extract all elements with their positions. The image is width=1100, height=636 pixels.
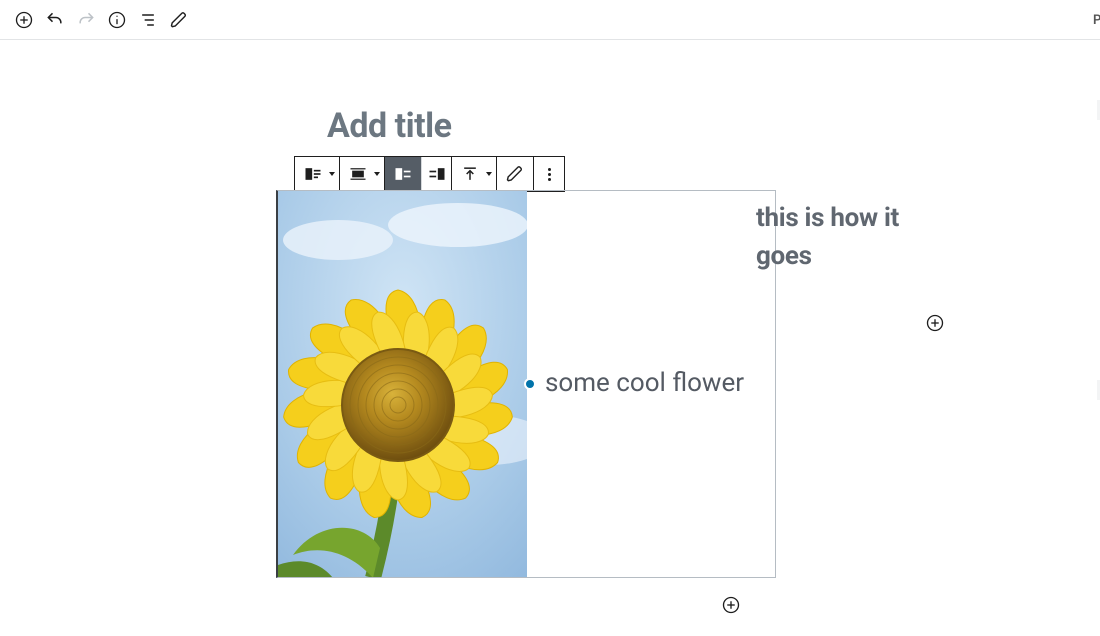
editor-canvas: Add title (0, 40, 1100, 636)
add-block-button[interactable] (10, 6, 38, 34)
caret-down-icon (329, 172, 335, 176)
change-alignment-button[interactable] (340, 157, 384, 191)
more-vertical-icon (548, 168, 551, 181)
edit-media-button[interactable] (497, 157, 533, 191)
plus-circle-icon (721, 595, 741, 615)
add-block-right-button[interactable] (924, 312, 946, 334)
plus-circle-icon (14, 10, 34, 30)
media-text-icon (303, 164, 323, 184)
valign-top-icon (460, 164, 480, 184)
media-right-icon (427, 164, 447, 184)
media-text-paragraph[interactable]: some cool flower (545, 363, 744, 405)
block-navigation-button[interactable] (134, 6, 162, 34)
undo-icon (45, 10, 65, 30)
sunflower-image-icon (278, 191, 527, 577)
settings-panel-peek: P (1092, 0, 1100, 40)
heading-block[interactable]: this is how it goes (756, 200, 946, 275)
more-options-button[interactable] (534, 157, 564, 191)
media-text-content[interactable]: some cool flower (527, 191, 775, 577)
pencil-icon (169, 10, 189, 30)
redo-button (72, 6, 100, 34)
align-icon (348, 164, 368, 184)
media-right-button[interactable] (421, 157, 451, 191)
info-circle-icon (107, 10, 127, 30)
caret-down-icon (486, 172, 492, 176)
redo-icon (76, 10, 96, 30)
media-left-button[interactable] (385, 157, 421, 191)
column-two[interactable]: this is how it goes (756, 200, 946, 275)
media-left-icon (393, 164, 413, 184)
content-structure-button[interactable] (103, 6, 131, 34)
post-title-input[interactable]: Add title (327, 106, 451, 146)
media-resize-handle[interactable] (524, 378, 536, 390)
undo-button[interactable] (41, 6, 69, 34)
plus-circle-icon (925, 313, 945, 333)
pencil-icon (505, 164, 525, 184)
editor-top-toolbar (0, 0, 1100, 40)
block-toolbar (294, 156, 565, 192)
outline-list-icon (138, 10, 158, 30)
tools-edit-button[interactable] (165, 6, 193, 34)
change-block-type-button[interactable] (295, 157, 339, 191)
media-image[interactable] (278, 191, 527, 577)
vertical-align-button[interactable] (452, 157, 496, 191)
caret-down-icon (374, 172, 380, 176)
add-block-below-button[interactable] (720, 594, 742, 616)
